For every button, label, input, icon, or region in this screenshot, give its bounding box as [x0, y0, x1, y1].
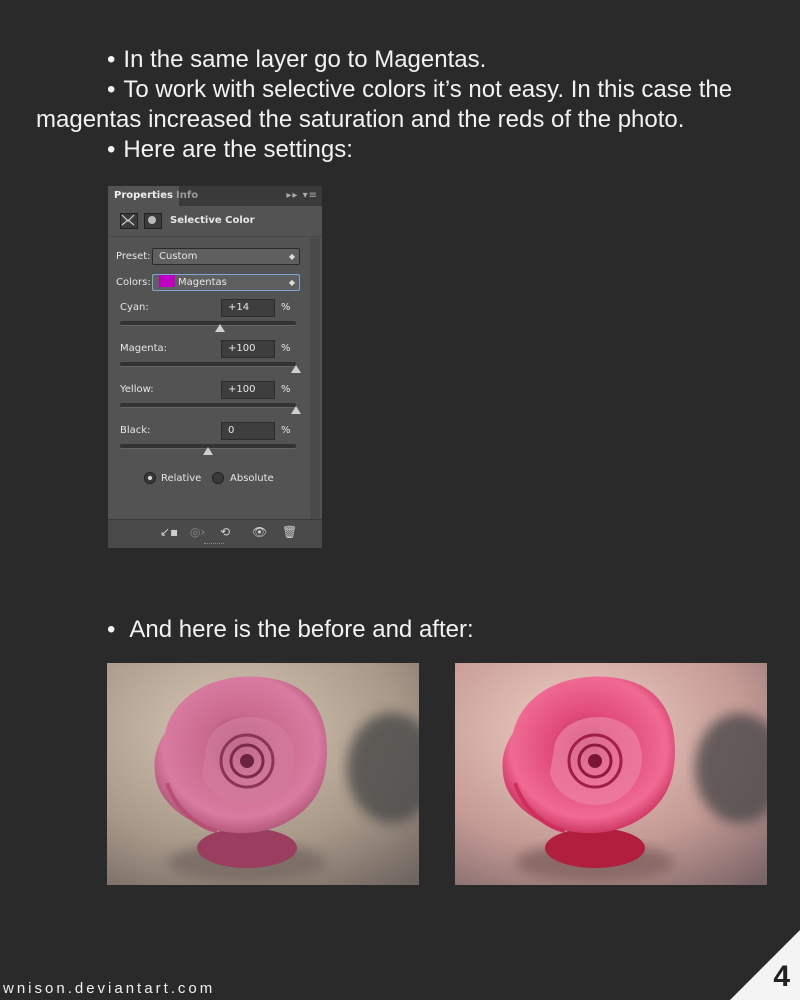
bullet: •	[107, 136, 116, 163]
panel-header: Selective Color	[108, 206, 322, 237]
preset-label: Preset:	[116, 251, 151, 262]
cyan-percent: %	[281, 302, 291, 313]
panel-menu-icon[interactable]: ▸▸ ▾≡	[286, 190, 318, 201]
visibility-eye-icon[interactable]: 👁	[252, 525, 267, 539]
bullet: •	[107, 46, 116, 73]
magenta-slider-thumb[interactable]	[291, 365, 301, 373]
cyan-label: Cyan:	[120, 302, 149, 313]
relative-label: Relative	[161, 473, 202, 484]
instruction-text: magentas increased the saturation and th…	[36, 106, 685, 133]
black-percent: %	[281, 425, 291, 436]
credit-text: wnison.deviantart.com	[3, 980, 216, 997]
adjustment-icon	[120, 213, 138, 229]
tab-info[interactable]: Info	[170, 186, 204, 206]
instruction-line-3: • Here are the settings:	[107, 135, 353, 165]
relative-radio[interactable]	[144, 472, 156, 484]
instruction-text: In the same layer go to Magentas.	[123, 46, 487, 73]
properties-panel: Properties Info ▸▸ ▾≡ Selective Color Pr…	[107, 185, 323, 549]
view-previous-icon[interactable]: ◎›	[190, 525, 205, 539]
color-swatch	[159, 275, 175, 287]
black-input[interactable]: 0	[221, 422, 275, 440]
instruction-line-2-continued: magentas increased the saturation and th…	[36, 105, 684, 135]
chevron-updown-icon: ◆	[288, 252, 295, 261]
colors-select[interactable]: Magentas ◆	[152, 274, 300, 291]
black-slider-thumb[interactable]	[203, 447, 213, 455]
bullet: •	[107, 76, 116, 103]
magenta-input[interactable]: +100	[221, 340, 275, 358]
colors-label: Colors:	[116, 277, 151, 288]
panel-scrollbar[interactable]	[310, 238, 320, 522]
yellow-input[interactable]: +100	[221, 381, 275, 399]
bullet: •	[107, 616, 116, 643]
instruction-text: Here are the settings:	[123, 136, 353, 163]
black-label: Black:	[120, 425, 151, 436]
page-number: 4	[773, 960, 790, 993]
cyan-slider[interactable]	[120, 321, 296, 326]
cyan-input[interactable]: +14	[221, 299, 275, 317]
yellow-label: Yellow:	[120, 384, 154, 395]
tab-properties[interactable]: Properties	[108, 186, 179, 206]
preset-value: Custom	[159, 251, 198, 262]
yellow-slider-thumb[interactable]	[291, 406, 301, 414]
resize-grip[interactable]	[204, 543, 224, 547]
cyan-slider-thumb[interactable]	[215, 324, 226, 332]
absolute-label: Absolute	[230, 473, 274, 484]
colors-value: Magentas	[178, 277, 227, 288]
magenta-label: Magenta:	[120, 343, 168, 354]
instruction-line-2: • To work with selective colors it’s not …	[107, 75, 732, 105]
magenta-percent: %	[281, 343, 291, 354]
clip-to-layer-icon[interactable]: ↙▪	[160, 525, 178, 539]
reset-icon[interactable]: ⟲	[220, 525, 230, 539]
instruction-line-4: • And here is the before and after:	[107, 615, 474, 645]
instruction-text: And here is the before and after:	[129, 616, 474, 643]
absolute-radio[interactable]	[212, 472, 224, 484]
panel-tabs: Properties Info ▸▸ ▾≡	[108, 186, 322, 206]
panel-footer: ↙▪ ◎› ⟲ 👁 🗑	[108, 519, 322, 548]
before-photo	[107, 663, 419, 885]
yellow-percent: %	[281, 384, 291, 395]
mask-icon[interactable]	[144, 213, 162, 229]
preset-select[interactable]: Custom ◆	[152, 248, 300, 265]
after-photo	[455, 663, 767, 885]
instruction-line-1: • In the same layer go to Magentas.	[107, 45, 486, 75]
instruction-text: To work with selective colors it’s not e…	[123, 76, 733, 103]
trash-icon[interactable]: 🗑	[282, 525, 297, 539]
yellow-slider[interactable]	[120, 403, 296, 408]
chevron-updown-icon: ◆	[288, 278, 295, 287]
magenta-slider[interactable]	[120, 362, 296, 367]
adjustment-title: Selective Color	[170, 215, 255, 226]
